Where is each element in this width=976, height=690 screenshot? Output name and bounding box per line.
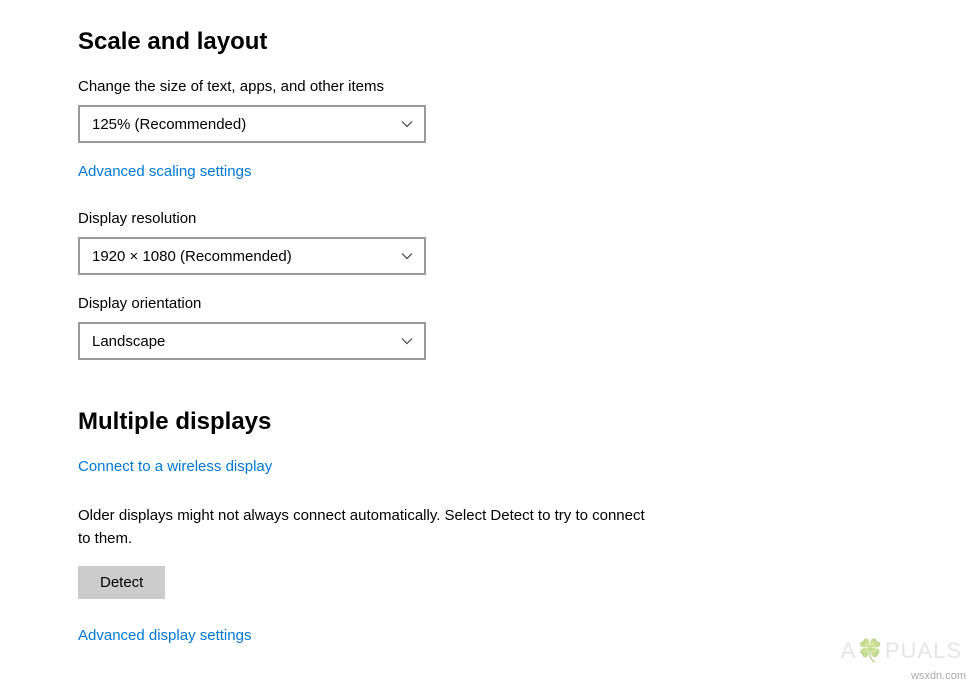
- text-size-label: Change the size of text, apps, and other…: [78, 78, 976, 95]
- orientation-label: Display orientation: [78, 295, 976, 312]
- multiple-displays-heading: Multiple displays: [78, 408, 976, 436]
- detect-button[interactable]: Detect: [78, 566, 165, 599]
- resolution-value: 1920 × 1080 (Recommended): [92, 248, 292, 265]
- advanced-scaling-link[interactable]: Advanced scaling settings: [78, 163, 251, 180]
- text-size-dropdown[interactable]: 125% (Recommended): [78, 105, 426, 143]
- settings-content: Scale and layout Change the size of text…: [0, 0, 976, 645]
- scale-layout-heading: Scale and layout: [78, 28, 976, 56]
- chevron-down-icon: [400, 249, 414, 263]
- orientation-dropdown[interactable]: Landscape: [78, 322, 426, 360]
- watermark-site: wsxdn.com: [911, 670, 966, 682]
- text-size-value: 125% (Recommended): [92, 116, 246, 133]
- orientation-value: Landscape: [92, 333, 165, 350]
- resolution-dropdown[interactable]: 1920 × 1080 (Recommended): [78, 237, 426, 275]
- resolution-label: Display resolution: [78, 210, 976, 227]
- chevron-down-icon: [400, 117, 414, 131]
- detect-description: Older displays might not always connect …: [78, 505, 648, 550]
- advanced-display-link[interactable]: Advanced display settings: [78, 627, 251, 644]
- wireless-display-link[interactable]: Connect to a wireless display: [78, 458, 272, 475]
- chevron-down-icon: [400, 334, 414, 348]
- watermark-logo: A🍀PUALS: [841, 638, 962, 664]
